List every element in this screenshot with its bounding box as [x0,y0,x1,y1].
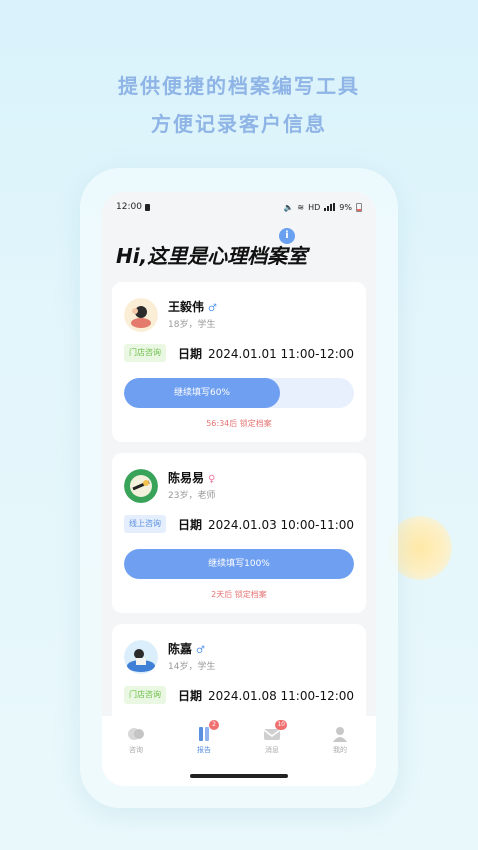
client-meta: 14岁，学生 [168,662,216,672]
client-name: 陈嘉 ♂ [168,642,205,656]
headline-line-2: 方便记录客户信息 [151,112,327,136]
session-date: 日期 2024.01.01 11:00-12:00 [178,347,355,361]
avatar [124,298,158,332]
tab-label: 我的 [333,746,347,754]
session-date: 日期 2024.01.03 10:00-11:00 [178,518,355,532]
client-name: 王毅伟 ♂ [168,300,217,314]
signal-icon [324,203,336,211]
consult-type-tag: 门店咨询 [124,344,166,362]
male-icon: ♂ [208,303,217,314]
consult-type-tag: 门店咨询 [124,686,166,704]
page-title: Hi,这里是心理档案室 [116,244,308,268]
status-time: 12:00 [116,202,142,212]
battery-label: 9% [339,202,352,212]
bottom-tab-bar: 咨询 2 报告 10 消息 我的 [102,716,376,786]
tab-messages[interactable]: 10 消息 [238,720,306,755]
headline-line-1: 提供便捷的档案编写工具 [118,74,360,98]
continue-fill-button[interactable]: 继续填写100% [124,549,354,579]
female-icon: ♀ [208,474,216,485]
home-indicator[interactable] [190,774,288,778]
chat-bubbles-icon [127,726,145,742]
continue-fill-label: 继续填写60% [173,388,230,398]
report-icon: 2 [195,720,219,742]
male-icon: ♂ [196,645,205,656]
tab-consult[interactable]: 咨询 [102,726,170,755]
status-bar: 12:00 🔈 ≋ HD 9% [102,192,376,222]
client-card[interactable]: 陈易易 ♀ 23岁，老师 线上咨询 日期 2024.01.03 10:00-11:0… [112,453,366,613]
tab-label: 报告 [197,746,211,754]
notification-badge: 2 [209,720,219,730]
consult-type-tag: 线上咨询 [124,515,166,533]
tab-report[interactable]: 2 报告 [170,720,238,755]
info-icon[interactable]: i [279,228,295,244]
client-meta: 18岁，学生 [168,320,216,330]
client-card[interactable]: 王毅伟 ♂ 18岁，学生 门店咨询 日期 2024.01.01 11:00-12:0… [112,282,366,442]
mute-icon: 🔈 [283,202,294,212]
tab-label: 消息 [265,746,279,754]
avatar [124,640,158,674]
lock-countdown: 56:34后 锁定档案 [206,419,272,428]
session-date: 日期 2024.01.08 11:00-12:00 [178,689,355,703]
user-icon [331,726,349,742]
network-label: HD [308,202,321,212]
tab-label: 咨询 [129,746,143,754]
continue-fill-button[interactable]: 继续填写60% [124,378,354,408]
client-name: 陈易易 ♀ [168,471,216,485]
battery-icon [356,202,362,212]
client-meta: 23岁，老师 [168,491,216,501]
lock-icon [144,203,150,211]
continue-fill-label: 继续填写100% [208,559,270,569]
wifi-icon: ≋ [297,202,305,212]
notification-badge: 10 [275,720,287,730]
lock-countdown: 2天后 锁定档案 [211,590,267,599]
tab-mine[interactable]: 我的 [306,726,374,755]
avatar [124,469,158,503]
phone-screen: 12:00 🔈 ≋ HD 9% Hi,这里是心理档案室 i 王毅伟 ♂ 18岁，学… [102,192,376,786]
envelope-icon: 10 [263,720,287,742]
